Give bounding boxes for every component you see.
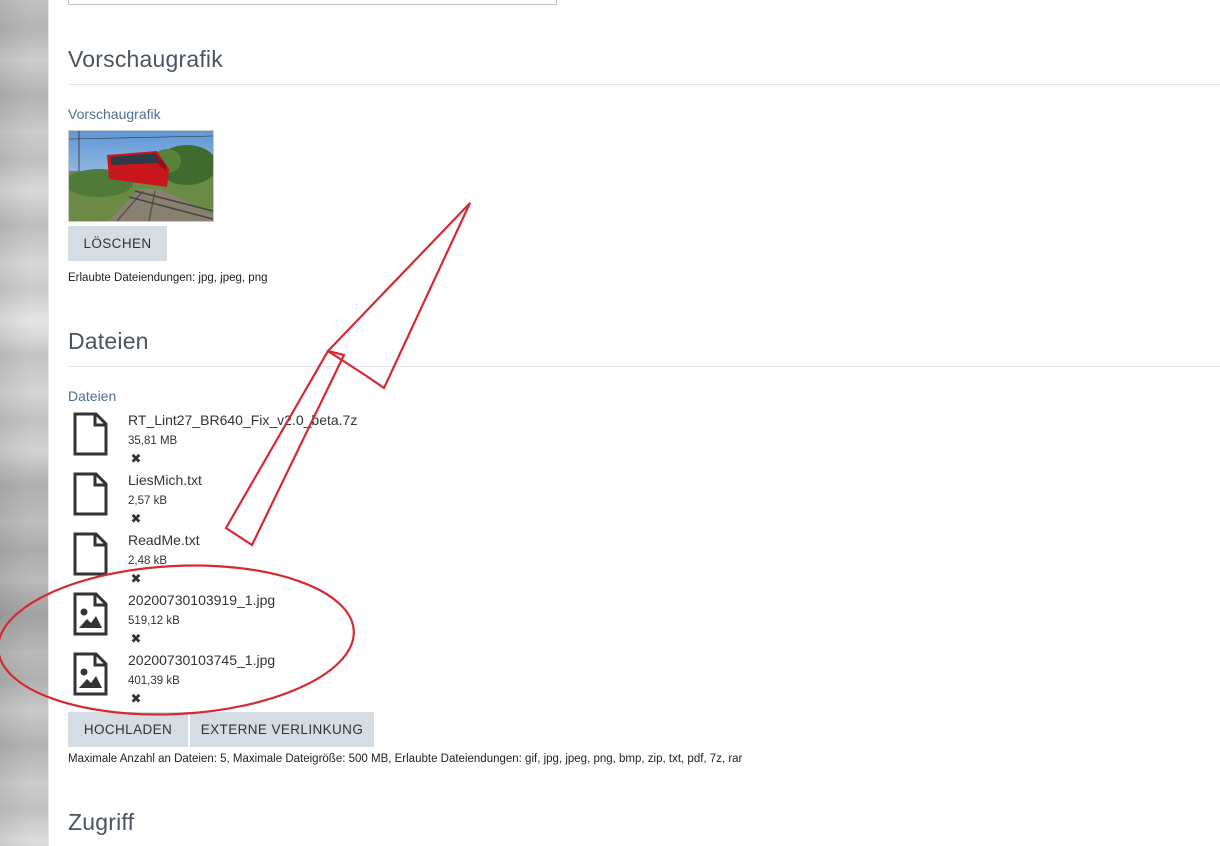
preview-thumbnail[interactable] (68, 130, 214, 222)
file-icon (72, 472, 108, 516)
file-size: 2,48 kB (128, 555, 167, 567)
upload-button[interactable]: HOCHLADEN (68, 712, 188, 747)
section-divider (68, 84, 1220, 85)
annotation-arrow-head (326, 202, 471, 390)
file-item: 20200730103745_1.jpg 401,39 kB ✖ (68, 652, 568, 712)
remove-file-icon[interactable]: ✖ (129, 573, 143, 587)
files-field-label: Dateien (68, 388, 117, 404)
remove-file-icon[interactable]: ✖ (129, 633, 143, 647)
file-limits-hint: Maximale Anzahl an Dateien: 5, Maximale … (68, 753, 743, 765)
file-size: 519,12 kB (128, 615, 180, 627)
external-link-button[interactable]: EXTERNE VERLINKUNG (190, 712, 374, 747)
text-input-bottom-edge[interactable] (68, 0, 557, 5)
file-icon (72, 532, 108, 576)
file-size: 35,81 MB (128, 435, 178, 447)
remove-file-icon[interactable]: ✖ (129, 693, 143, 707)
section-title-access: Zugriff (68, 809, 135, 835)
file-name-link[interactable]: 20200730103919_1.jpg (128, 592, 275, 608)
file-item: RT_Lint27_BR640_Fix_v2.0_beta.7z 35,81 MB… (68, 412, 568, 472)
remove-file-icon[interactable]: ✖ (129, 513, 143, 527)
file-name-link[interactable]: ReadMe.txt (128, 532, 200, 548)
remove-file-icon[interactable]: ✖ (129, 453, 143, 467)
preview-field-label: Vorschaugrafik (68, 106, 161, 122)
image-file-icon (72, 592, 108, 636)
section-title-preview: Vorschaugrafik (68, 46, 223, 72)
file-name-link[interactable]: LiesMich.txt (128, 472, 202, 488)
file-item: ReadMe.txt 2,48 kB ✖ (68, 532, 568, 592)
preview-allowed-extensions: Erlaubte Dateiendungen: jpg, jpeg, png (68, 272, 268, 284)
file-name-link[interactable]: RT_Lint27_BR640_Fix_v2.0_beta.7z (128, 412, 357, 428)
file-size: 401,39 kB (128, 675, 180, 687)
file-size: 2,57 kB (128, 495, 167, 507)
file-icon (72, 412, 108, 456)
section-divider (68, 366, 1220, 367)
file-name-link[interactable]: 20200730103745_1.jpg (128, 652, 275, 668)
file-item: 20200730103919_1.jpg 519,12 kB ✖ (68, 592, 568, 652)
delete-preview-button[interactable]: LÖSCHEN (68, 226, 167, 261)
background-photo-strip (0, 0, 49, 846)
file-item: LiesMich.txt 2,57 kB ✖ (68, 472, 568, 532)
section-title-files: Dateien (68, 328, 149, 354)
image-file-icon (72, 652, 108, 696)
